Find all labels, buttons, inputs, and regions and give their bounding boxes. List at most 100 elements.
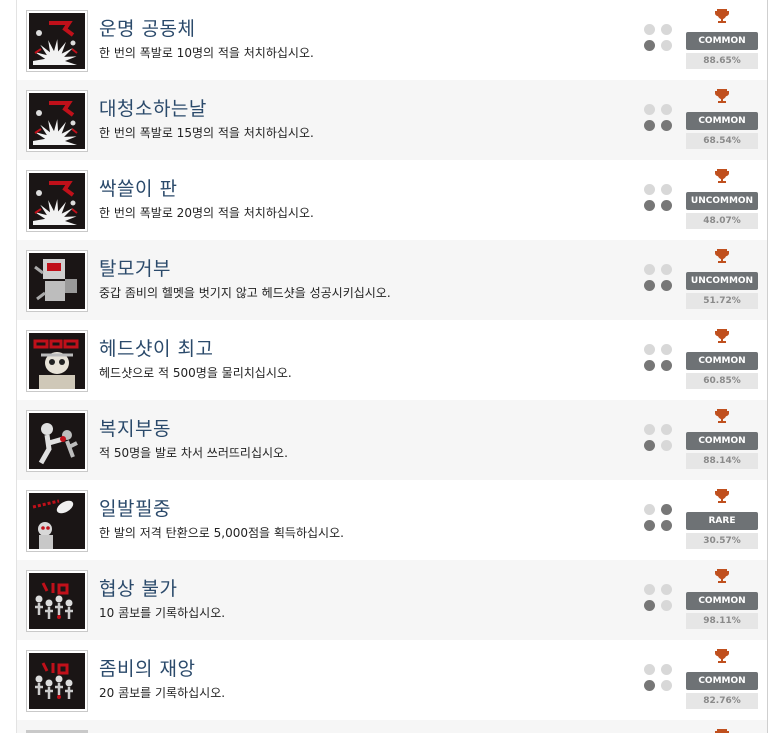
difficulty-dot	[661, 280, 672, 291]
achievement-row[interactable]: 협상 불가 10 콤보를 기록하십시오. COMMON 98.11%	[17, 560, 767, 640]
unlock-percent: 88.65%	[686, 53, 758, 69]
difficulty-dots	[644, 424, 674, 454]
difficulty-dots	[644, 184, 674, 214]
explosion-10-icon	[26, 10, 88, 72]
achievement-description: 20 콤보를 기록하십시오.	[99, 686, 226, 700]
achievement-row[interactable]: 싹쓸이 판한 번의 폭발로 20명의 적을 처치하십시오. UNCOMMON 48.…	[17, 160, 767, 240]
achievement-row[interactable]: 좀비의 재앙 20 콤보를 기록하십시오. COMMON 82.76%	[17, 640, 767, 720]
difficulty-dot	[661, 24, 672, 35]
difficulty-dot	[661, 264, 672, 275]
unlock-percent: 51.72%	[686, 293, 758, 309]
achievement-row[interactable]: 헤드샷이 최고헤드샷으로 적 500명을 물리치십시오. COMMON 60.85%	[17, 320, 767, 400]
achievement-description: 적 50명을 발로 차서 쓰러뜨리십시오.	[99, 446, 288, 460]
difficulty-dot	[644, 264, 655, 275]
achievement-row[interactable]: 탈모거부 중갑 좀비의 헬멧을 벗기지 않고 헤드샷을 성공시키십시오. UNCOM…	[17, 240, 767, 320]
achievement-title: 탈모거부	[99, 258, 171, 280]
difficulty-dot	[661, 680, 672, 691]
achievement-row[interactable]: 대청소하는날 한 번의 폭발로 15명의 적을 처치하십시오. COMMON 68.5…	[17, 80, 767, 160]
difficulty-dot	[644, 584, 655, 595]
unlock-percent: 60.85%	[686, 373, 758, 389]
difficulty-dot	[644, 424, 655, 435]
trophy-icon	[714, 728, 730, 733]
difficulty-dot	[661, 360, 672, 371]
trophy-icon	[714, 328, 730, 344]
achievement-description: 중갑 좀비의 헬멧을 벗기지 않고 헤드샷을 성공시키십시오.	[99, 286, 391, 300]
combo-20-icon	[26, 650, 88, 712]
rarity-badge: COMMON	[686, 672, 758, 690]
difficulty-dot	[644, 200, 655, 211]
difficulty-dots	[644, 104, 674, 134]
kick-icon	[26, 410, 88, 472]
difficulty-dot	[661, 584, 672, 595]
trophy-icon	[714, 648, 730, 664]
difficulty-dot	[661, 40, 672, 51]
difficulty-dot	[644, 24, 655, 35]
achievement-title: 협상 불가	[99, 578, 178, 600]
combo-10-icon	[26, 570, 88, 632]
difficulty-dot	[661, 200, 672, 211]
achievement-row[interactable]: 일발필중 한 발의 저격 탄환으로 5,000점을 획득하십시오. RARE 30.5…	[17, 480, 767, 560]
trophy-icon	[714, 88, 730, 104]
achievement-row[interactable]: 운명 공동체 한 번의 폭발로 10명의 적을 처치하십시오. COMMON 88.6…	[17, 0, 767, 80]
achievement-title: 운명 공동체	[99, 18, 196, 40]
difficulty-dot	[644, 520, 655, 531]
difficulty-dot	[644, 184, 655, 195]
difficulty-dot	[644, 344, 655, 355]
achievement-row[interactable]: 복지부동 적 50명을 발로 차서 쓰러뜨리십시오. COMMON 88.14%	[17, 400, 767, 480]
difficulty-dot	[661, 520, 672, 531]
achievement-row[interactable]	[17, 720, 767, 733]
difficulty-dot	[644, 40, 655, 51]
sniper-bullet-icon	[26, 490, 88, 552]
achievement-description: 한 발의 저격 탄환으로 5,000점을 획득하십시오.	[99, 526, 344, 540]
difficulty-dot	[661, 424, 672, 435]
achievement-description: 10 콤보를 기록하십시오.	[99, 606, 226, 620]
trophy-icon	[714, 248, 730, 264]
difficulty-dots	[644, 24, 674, 54]
difficulty-dot	[644, 280, 655, 291]
difficulty-dot	[644, 504, 655, 515]
achievement-title: 복지부동	[99, 418, 171, 440]
difficulty-dot	[661, 504, 672, 515]
difficulty-dot	[661, 184, 672, 195]
achievement-title: 좀비의 재앙	[99, 658, 196, 680]
rarity-badge: COMMON	[686, 112, 758, 130]
achievement-description: 한 번의 폭발로 15명의 적을 처치하십시오.	[99, 126, 314, 140]
difficulty-dot	[661, 600, 672, 611]
achievement-list: 운명 공동체한 번의 폭발로 10명의 적을 처치하십시오. COMMON 88.6…	[17, 0, 767, 733]
difficulty-dot	[644, 600, 655, 611]
achievement-description: 한 번의 폭발로 10명의 적을 처치하십시오.	[99, 46, 314, 60]
achievement-description: 헤드샷으로 적 500명을 물리치십시오.	[99, 366, 292, 380]
trophy-icon	[714, 408, 730, 424]
trophy-icon	[714, 8, 730, 24]
difficulty-dots	[644, 264, 674, 294]
trophy-icon	[714, 568, 730, 584]
trophy-icon	[714, 168, 730, 184]
achievements-page: 운명 공동체한 번의 폭발로 10명의 적을 처치하십시오. COMMON 88.6…	[0, 0, 772, 733]
unlock-percent: 88.14%	[686, 453, 758, 469]
difficulty-dot	[661, 664, 672, 675]
rarity-badge: UNCOMMON	[686, 192, 758, 210]
difficulty-dot	[644, 664, 655, 675]
scrollbar-track[interactable]	[767, 0, 768, 733]
explosion-20-icon	[26, 170, 88, 232]
difficulty-dots	[644, 504, 674, 534]
difficulty-dots	[644, 664, 674, 694]
difficulty-dot	[644, 440, 655, 451]
unlock-percent: 98.11%	[686, 613, 758, 629]
unlock-percent: 82.76%	[686, 693, 758, 709]
difficulty-dot	[661, 344, 672, 355]
unlock-percent: 48.07%	[686, 213, 758, 229]
rarity-badge: RARE	[686, 512, 758, 530]
difficulty-dot	[661, 120, 672, 131]
difficulty-dots	[644, 584, 674, 614]
difficulty-dot	[661, 440, 672, 451]
unlock-percent: 30.57%	[686, 533, 758, 549]
difficulty-dots	[644, 344, 674, 374]
headshot-500-icon	[26, 330, 88, 392]
rarity-badge: COMMON	[686, 352, 758, 370]
difficulty-dot	[644, 104, 655, 115]
achievement-title: 헤드샷이 최고	[99, 338, 214, 360]
achievement-title: 싹쓸이 판	[99, 178, 178, 200]
explosion-15-icon	[26, 90, 88, 152]
trophy-icon	[714, 488, 730, 504]
